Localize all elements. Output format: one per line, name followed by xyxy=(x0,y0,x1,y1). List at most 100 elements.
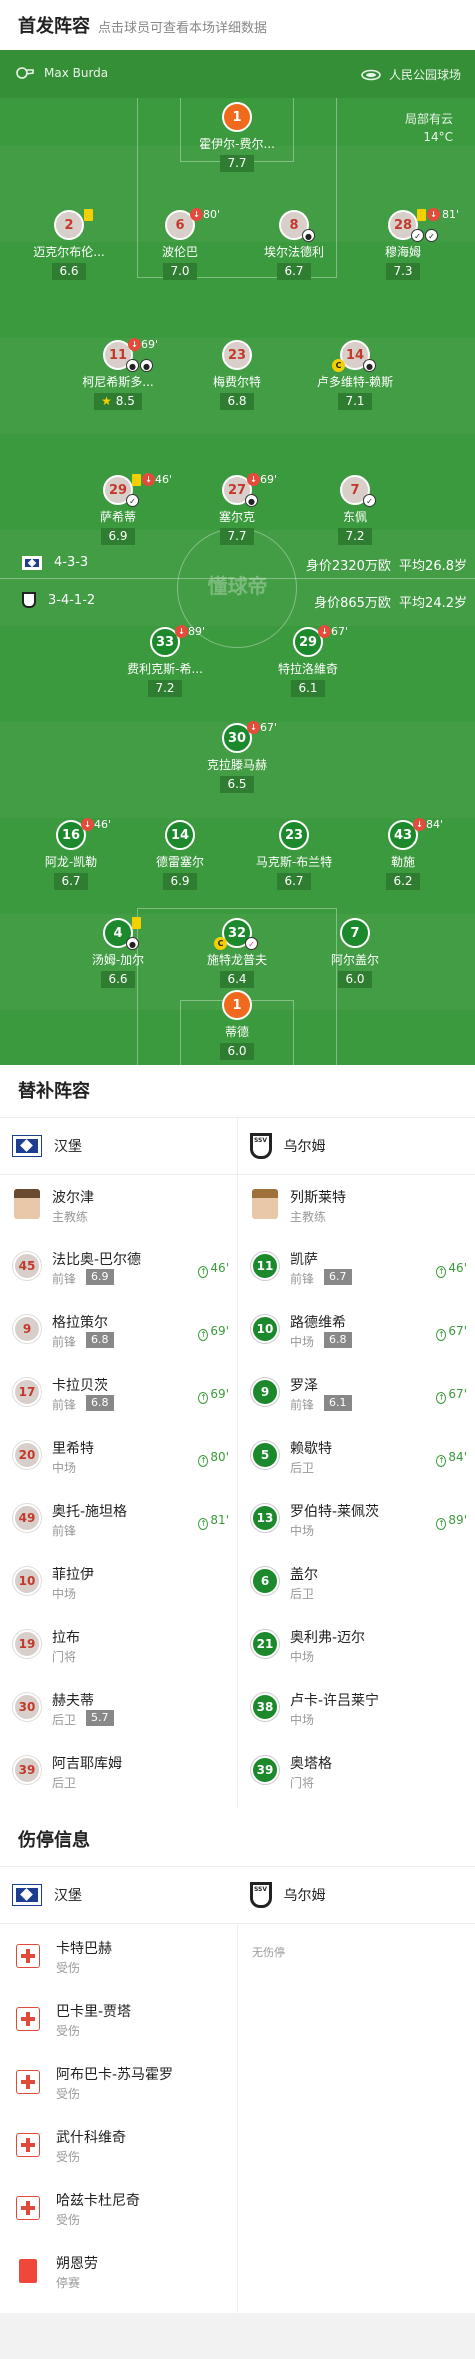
home-player-29[interactable]: 29 ↓ ✓ 46' 萨希蒂 6.9 xyxy=(63,473,173,545)
player-number: 32 C ✓ xyxy=(214,918,258,950)
sub-out-icon: ↓ xyxy=(413,818,426,831)
player-name: 奥托-施坦格 xyxy=(52,1504,128,1520)
home-player-7[interactable]: 7 ✓ 东佩 7.2 xyxy=(300,475,410,545)
medical-kit-icon xyxy=(16,1944,40,1968)
away-sub-row[interactable]: 39 奥塔格 门将 xyxy=(238,1741,475,1803)
away-sub-row[interactable]: 11 凯萨 前锋 6.7 ↑ 46' xyxy=(238,1237,475,1299)
home-coach[interactable]: 波尔津 主教练 xyxy=(0,1175,237,1237)
assist-boot-icon: ✓ xyxy=(411,229,424,242)
injury-row[interactable]: 卡特巴赫 受伤 xyxy=(0,1926,237,1989)
away-sub-row[interactable]: 5 赖歇特 后卫 ↑ 84' xyxy=(238,1426,475,1488)
home-player-6[interactable]: 6 ↓ 80' 波伦巴 7.0 xyxy=(125,208,235,280)
player-position: 中场 xyxy=(290,1713,315,1727)
player-number: 29 ↓ ✓ xyxy=(103,473,155,507)
home-player-28[interactable]: 28 ↓ ✓ ✓ 81' 穆海姆 7.3 xyxy=(348,208,459,280)
player-number: 20 xyxy=(13,1441,41,1469)
away-player-4[interactable]: 4 ● 汤姆-加尔 6.6 xyxy=(63,917,173,988)
home-player-8[interactable]: 8 ● 埃尔法德利 6.7 xyxy=(239,210,349,280)
away-player-33[interactable]: 33 ↓ 89' 费利克斯-希... 7.2 xyxy=(110,625,220,697)
player-name: 法比奥-巴尔德 xyxy=(52,1252,142,1268)
player-name: 特拉洛維奇 xyxy=(277,662,338,676)
player-rating: 6.9 xyxy=(101,528,135,545)
whistle-icon xyxy=(16,67,34,79)
away-player-16[interactable]: 16 ↓ 46' 阿龙-凯勒 6.7 xyxy=(16,818,126,890)
away-sub-row[interactable]: 13 罗伯特-莱佩茨 中场 ↑ 89' xyxy=(238,1489,475,1551)
away-player-32[interactable]: 32 C ✓ 施特龙普夫 6.4 xyxy=(182,918,292,988)
player-rating: 6.5 xyxy=(220,776,254,793)
away-sub-row[interactable]: 6 盖尔 后卫 xyxy=(238,1552,475,1614)
medical-kit-icon xyxy=(16,2196,40,2220)
player-rating: 6.8 xyxy=(86,1332,114,1348)
player-name: 柯尼希斯多... xyxy=(82,375,154,389)
pitch: Max Burda 人民公园球场 局部有云 14°C 懂球帝 1 霍伊尔-费尔.… xyxy=(0,50,475,1065)
player-rating: 7.7 xyxy=(220,528,254,545)
medical-kit-icon xyxy=(16,2007,40,2031)
sub-time: 46' xyxy=(94,818,112,831)
player-name: 奥塔格 xyxy=(290,1756,332,1772)
injured-player-name: 武什科维奇 xyxy=(56,2130,126,2146)
sub-time: 67' xyxy=(331,625,349,638)
injury-status: 停赛 xyxy=(56,2276,81,2290)
home-player-23[interactable]: 23 梅费尔特 6.8 xyxy=(182,340,292,410)
home-sub-row[interactable]: 9 格拉策尔 前锋 6.8 ↑ 69' xyxy=(0,1300,237,1362)
player-name: 卡拉贝茨 xyxy=(52,1378,108,1394)
away-player-14[interactable]: 14 德雷塞尔 6.9 xyxy=(125,820,235,890)
red-card-icon xyxy=(19,2259,37,2283)
away-coach[interactable]: 列斯莱特 主教练 xyxy=(238,1175,475,1237)
home-sub-row[interactable]: 10 菲拉伊 中场 xyxy=(0,1552,237,1614)
sub-in-icon: ↑ xyxy=(198,1266,209,1278)
player-name: 马克斯-布兰特 xyxy=(255,855,333,869)
player-position: 前锋 xyxy=(290,1272,315,1286)
home-player-27[interactable]: 27 ↓ ● 69' 塞尔克 7.7 xyxy=(182,473,292,545)
home-player-1[interactable]: 1 霍伊尔-费尔... 7.7 xyxy=(182,102,292,172)
sub-out-icon: ↓ xyxy=(190,208,203,221)
player-position: 门将 xyxy=(52,1650,77,1664)
away-sub-row[interactable]: 21 奥利弗-迈尔 中场 xyxy=(238,1615,475,1677)
away-player-23[interactable]: 23 马克斯-布兰特 6.7 xyxy=(239,820,349,890)
player-name: 卢多维特-赖斯 xyxy=(316,375,394,389)
player-rating: 6.0 xyxy=(338,971,372,988)
player-number: 8 ● xyxy=(279,210,315,242)
player-number: 6 ↓ xyxy=(165,208,203,240)
home-sub-row[interactable]: 49 奥托-施坦格 前锋 ↑ 81' xyxy=(0,1489,237,1551)
away-player-43[interactable]: 43 ↓ 84' 勒施 6.2 xyxy=(348,818,458,890)
home-sub-row[interactable]: 45 法比奥-巴尔德 前锋 6.9 ↑ 46' xyxy=(0,1237,237,1299)
player-rating: 6.4 xyxy=(220,971,254,988)
home-sub-row[interactable]: 20 里希特 中场 ↑ 80' xyxy=(0,1426,237,1488)
injury-row[interactable]: 阿布巴卡-苏马霍罗 受伤 xyxy=(0,2052,237,2115)
venue-info: 人民公园球场 xyxy=(361,66,461,83)
weather-info: 局部有云 14°C xyxy=(405,110,453,146)
home-team-age: 平均26.8岁 xyxy=(399,559,467,574)
sub-in-time: ↑ 80' xyxy=(198,1450,229,1467)
subs-title: 替补阵容 xyxy=(18,1081,90,1102)
injury-row[interactable]: 巴卡里-贾塔 受伤 xyxy=(0,1989,237,2052)
injury-status: 受伤 xyxy=(56,1961,81,1975)
captain-icon: C xyxy=(332,359,345,372)
player-rating: 7.1 xyxy=(338,393,372,410)
away-player-1[interactable]: 1 蒂德 6.0 xyxy=(182,990,292,1060)
sub-in-time: ↑ 84' xyxy=(436,1450,467,1467)
home-player-2[interactable]: 2 迈克尔布伦... 6.6 xyxy=(14,209,124,280)
player-name: 迈克尔布伦... xyxy=(33,245,105,259)
home-player-11[interactable]: 11 ↓ ● ● 69' 柯尼希斯多... ★ 8.5 xyxy=(63,338,173,410)
home-sub-row[interactable]: 30 赫夫蒂 后卫 5.7 xyxy=(0,1678,237,1740)
home-player-14[interactable]: 14 C ● 卢多维特-赖斯 7.1 xyxy=(300,340,410,410)
away-player-29[interactable]: 29 ↓ 67' 特拉洛維奇 6.1 xyxy=(253,625,363,697)
home-team-name: 汉堡 xyxy=(54,1888,82,1904)
away-player-7[interactable]: 7 阿尔盖尔 6.0 xyxy=(300,918,410,988)
injury-row[interactable]: 哈兹卡杜尼奇 受伤 xyxy=(0,2178,237,2241)
away-player-30[interactable]: 30 ↓ 67' 克拉滕马赫 6.5 xyxy=(182,721,292,793)
away-sub-row[interactable]: 38 卢卡-许吕莱宁 中场 xyxy=(238,1678,475,1740)
injury-row[interactable]: 朔恩劳 停赛 xyxy=(0,2241,237,2304)
away-no-injuries: 无伤停 xyxy=(252,1946,285,1959)
away-team-name: 乌尔姆 xyxy=(283,1139,326,1155)
player-name: 罗伯特-莱佩茨 xyxy=(290,1504,380,1520)
injury-row[interactable]: 武什科维奇 受伤 xyxy=(0,2115,237,2178)
home-sub-row[interactable]: 19 拉布 门将 xyxy=(0,1615,237,1677)
home-sub-row[interactable]: 39 阿吉耶库姆 后卫 xyxy=(0,1741,237,1803)
away-sub-row[interactable]: 10 路德维希 中场 6.8 ↑ 67' xyxy=(238,1300,475,1362)
player-number: 11 ↓ ● ● xyxy=(103,338,153,372)
away-sub-row[interactable]: 9 罗泽 前锋 6.1 ↑ 67' xyxy=(238,1363,475,1425)
assist-boot-icon: ✓ xyxy=(126,494,139,507)
home-sub-row[interactable]: 17 卡拉贝茨 前锋 6.8 ↑ 69' xyxy=(0,1363,237,1425)
